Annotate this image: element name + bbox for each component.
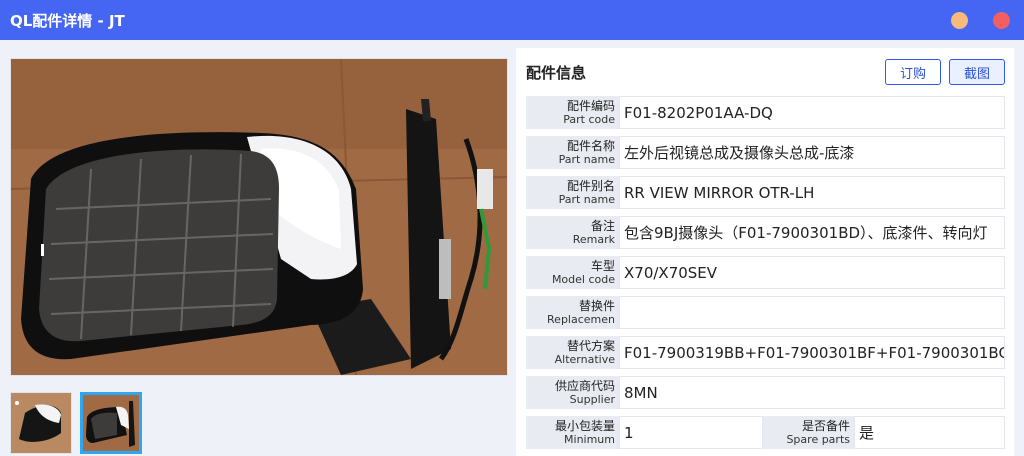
- field-row-replacement: 替换件 Replacemen: [526, 296, 1005, 329]
- label-zh: 最小包装量: [554, 418, 615, 433]
- field-row-part-alias: 配件别名 Part name RR VIEW MIRROR OTR-LH: [526, 176, 1005, 209]
- label-en: Replacemen: [547, 312, 615, 326]
- thumbnail-2[interactable]: [80, 392, 142, 454]
- field-list: 配件编码 Part code F01-8202P01AA-DQ 配件名称 Par…: [526, 96, 1005, 456]
- mirror-thumb-1: [11, 393, 71, 453]
- alternative-value[interactable]: F01-7900319BB+F01-7900301BF+F01-7900301B…: [619, 336, 1005, 369]
- minimum-package-value[interactable]: 1: [619, 416, 763, 449]
- field-row-part-code: 配件编码 Part code F01-8202P01AA-DQ: [526, 96, 1005, 129]
- field-row-remark: 备注 Remark 包含9BJ摄像头（F01-7900301BD）、底漆件、转向…: [526, 216, 1005, 249]
- label-zh: 供应商代码: [554, 378, 615, 393]
- thumbnail-1[interactable]: [10, 392, 72, 454]
- label-en: Part code: [563, 112, 615, 126]
- image-panel: [4, 46, 512, 456]
- label-zh: 配件别名: [566, 178, 615, 193]
- field-row-model-code: 车型 Model code X70/X70SEV: [526, 256, 1005, 289]
- window-title: QL配件详情 - JT: [10, 11, 125, 30]
- label-en: Supplier: [569, 392, 615, 406]
- part-alias-value[interactable]: RR VIEW MIRROR OTR-LH: [619, 176, 1005, 209]
- label-zh: 备注: [590, 218, 615, 233]
- field-label: 备注 Remark: [526, 216, 619, 249]
- field-row-minimum-spare: 最小包装量 Minimum 1 是否备件 Spare parts 是: [526, 416, 1005, 449]
- field-row-part-name: 配件名称 Part name 左外后视镜总成及摄像头总成-底漆: [526, 136, 1005, 169]
- label-zh: 替换件: [578, 298, 615, 313]
- minimize-button[interactable]: [951, 12, 968, 29]
- label-en: Spare parts: [786, 432, 850, 446]
- label-zh: 车型: [590, 258, 615, 273]
- label-en: Alternative: [554, 352, 615, 366]
- remark-value[interactable]: 包含9BJ摄像头（F01-7900301BD）、底漆件、转向灯: [619, 216, 1005, 249]
- supplier-value[interactable]: 8MN: [619, 376, 1005, 409]
- field-row-alternative: 替代方案 Alternative F01-7900319BB+F01-79003…: [526, 336, 1005, 369]
- model-code-value[interactable]: X70/X70SEV: [619, 256, 1005, 289]
- mirror-thumb-2: [83, 395, 139, 451]
- part-code-value[interactable]: F01-8202P01AA-DQ: [619, 96, 1005, 129]
- label-zh: 替代方案: [566, 338, 615, 353]
- title-bar: QL配件详情 - JT: [0, 0, 1024, 40]
- field-label: 配件别名 Part name: [526, 176, 619, 209]
- mirror-photo: [11, 59, 507, 375]
- screenshot-button[interactable]: 截图: [949, 59, 1005, 85]
- spare-parts-value[interactable]: 是: [854, 416, 1005, 449]
- field-label: 供应商代码 Supplier: [526, 376, 619, 409]
- field-label: 配件名称 Part name: [526, 136, 619, 169]
- label-en: Part name: [558, 152, 615, 166]
- field-label: 替换件 Replacemen: [526, 296, 619, 329]
- close-button[interactable]: [993, 12, 1010, 29]
- label-zh: 配件编码: [566, 98, 615, 113]
- section-title: 配件信息: [526, 64, 587, 82]
- main-product-image: [10, 58, 508, 376]
- label-en: Part name: [558, 192, 615, 206]
- field-label: 替代方案 Alternative: [526, 336, 619, 369]
- label-zh: 配件名称: [566, 138, 615, 153]
- label-en: Minimum: [564, 432, 615, 446]
- label-en: Model code: [551, 272, 615, 286]
- field-row-supplier: 供应商代码 Supplier 8MN: [526, 376, 1005, 409]
- part-info-panel: 配件信息 订购 截图 配件编码 Part code F01-8202P01AA-…: [516, 48, 1014, 456]
- field-label: 配件编码 Part code: [526, 96, 619, 129]
- field-label: 是否备件 Spare parts: [763, 416, 854, 449]
- order-button[interactable]: 订购: [885, 59, 941, 85]
- part-name-value[interactable]: 左外后视镜总成及摄像头总成-底漆: [619, 136, 1005, 169]
- field-label: 车型 Model code: [526, 256, 619, 289]
- replacement-value[interactable]: [619, 296, 1005, 329]
- label-zh: 是否备件: [801, 418, 850, 433]
- field-label: 最小包装量 Minimum: [526, 416, 619, 449]
- label-en: Remark: [572, 232, 615, 246]
